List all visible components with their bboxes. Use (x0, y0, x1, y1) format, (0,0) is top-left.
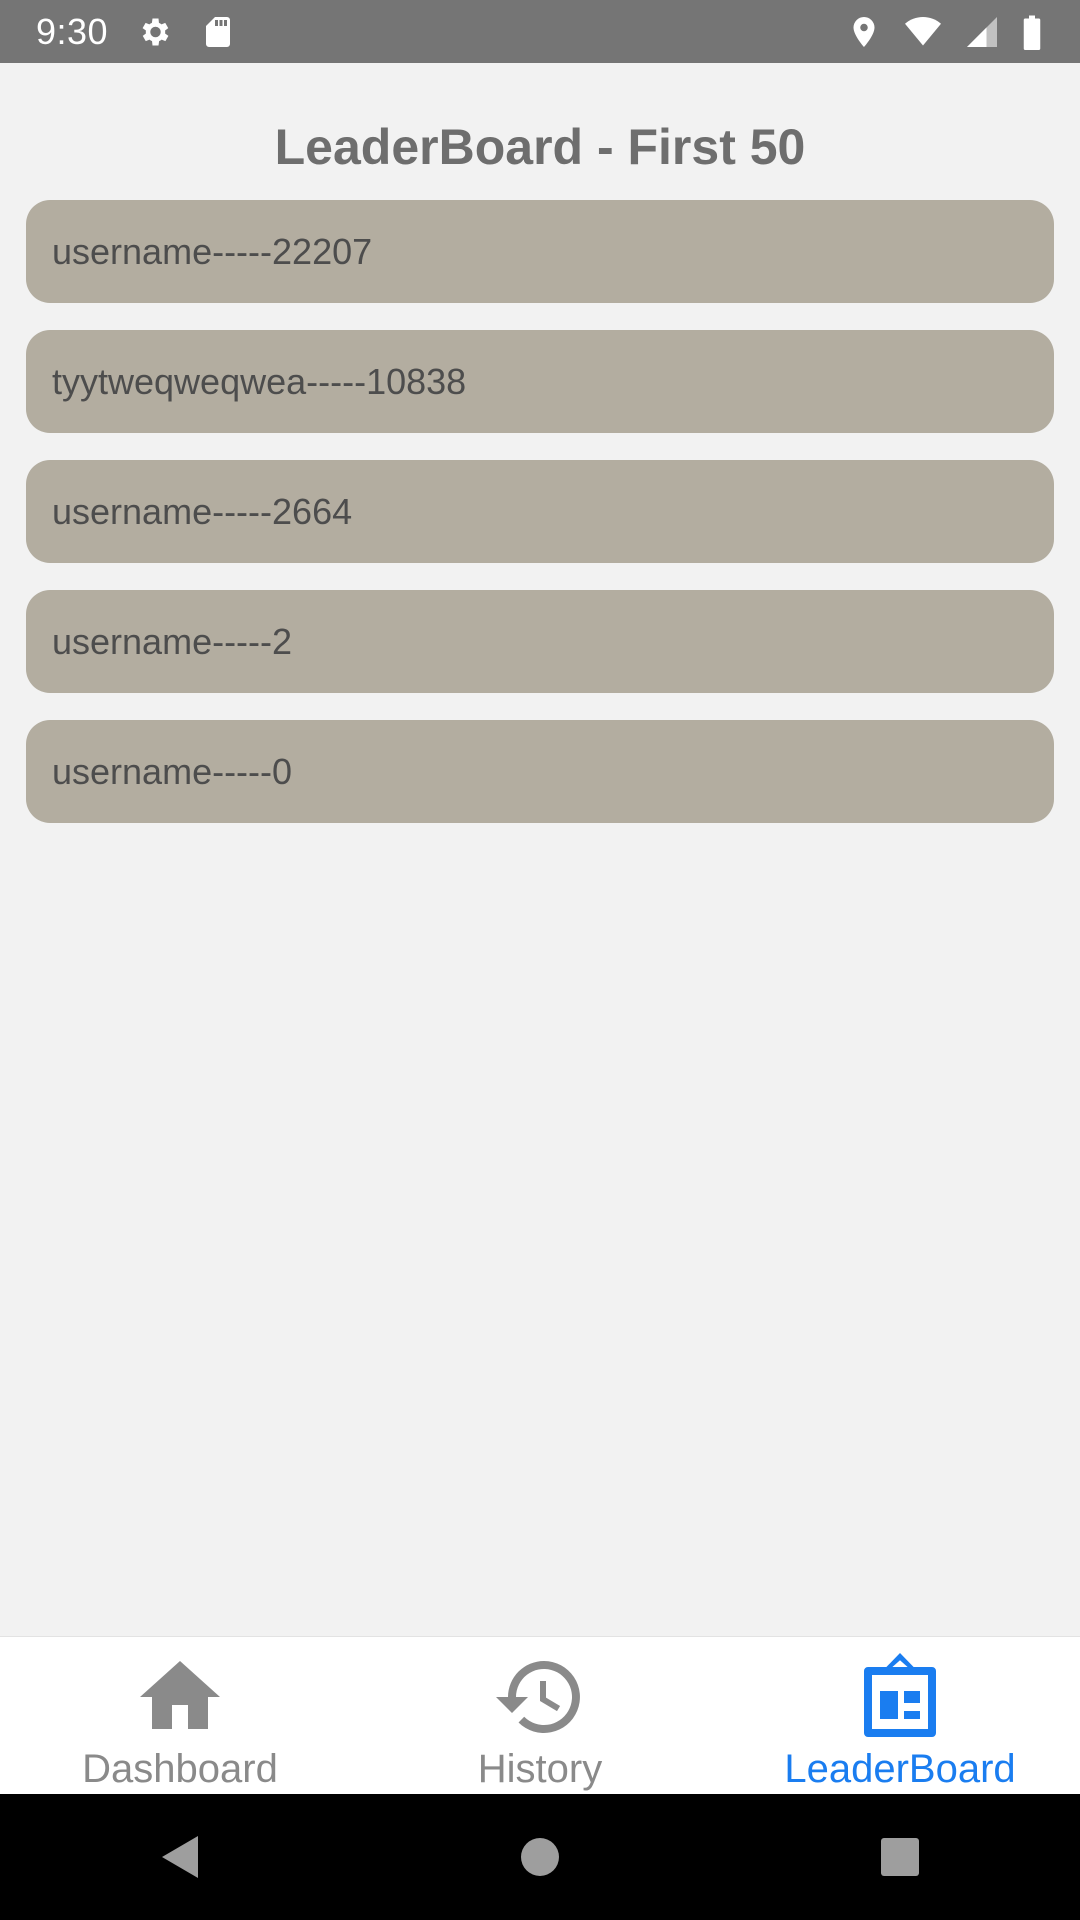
nav-label-history: History (477, 1747, 603, 1791)
status-left: 9:30 (36, 11, 236, 53)
wifi-icon (902, 14, 944, 50)
status-time: 9:30 (36, 10, 109, 52)
home-icon (125, 1649, 235, 1745)
bottom-nav: Dashboard History LeaderBoard (0, 1636, 1080, 1794)
nav-item-dashboard[interactable]: Dashboard (0, 1637, 360, 1794)
signal-icon (964, 14, 1000, 50)
list-item-label: username-----2 (52, 620, 293, 662)
settings-gear-icon (136, 14, 172, 50)
nav-item-history[interactable]: History (360, 1637, 720, 1794)
list-item-label: username-----22207 (52, 230, 373, 272)
list-item-label: tyytweqweqwea-----10838 (52, 360, 467, 402)
sd-card-icon (200, 14, 236, 50)
leaderboard-icon (845, 1649, 955, 1745)
list-item[interactable]: username-----0 (26, 720, 1054, 823)
list-item[interactable]: tyytweqweqwea-----10838 (26, 330, 1054, 433)
status-bar: 9:30 (0, 0, 1080, 63)
home-circle-icon (521, 1838, 559, 1876)
status-right (846, 14, 1044, 50)
list-item-label: username-----2664 (52, 490, 353, 532)
list-item-label: username-----0 (52, 750, 293, 792)
leaderboard-list: username-----22207 tyytweqweqwea-----108… (26, 200, 1054, 850)
nav-label-dashboard: Dashboard (82, 1747, 278, 1791)
screen: 9:30 LeaderBoard - First 50 username----… (0, 0, 1080, 1920)
list-item[interactable]: username-----2 (26, 590, 1054, 693)
system-nav-bar (0, 1794, 1080, 1920)
list-item[interactable]: username-----2664 (26, 460, 1054, 563)
location-icon (846, 14, 882, 50)
nav-item-leaderboard[interactable]: LeaderBoard (720, 1637, 1080, 1794)
back-button[interactable] (90, 1794, 270, 1920)
page-title: LeaderBoard - First 50 (274, 119, 806, 175)
home-button[interactable] (450, 1794, 630, 1920)
back-icon (162, 1836, 198, 1878)
recents-icon (881, 1838, 919, 1876)
nav-label-leaderboard: LeaderBoard (784, 1747, 1016, 1791)
list-item[interactable]: username-----22207 (26, 200, 1054, 303)
battery-icon (1020, 14, 1044, 50)
recents-button[interactable] (810, 1794, 990, 1920)
history-icon (485, 1649, 595, 1745)
